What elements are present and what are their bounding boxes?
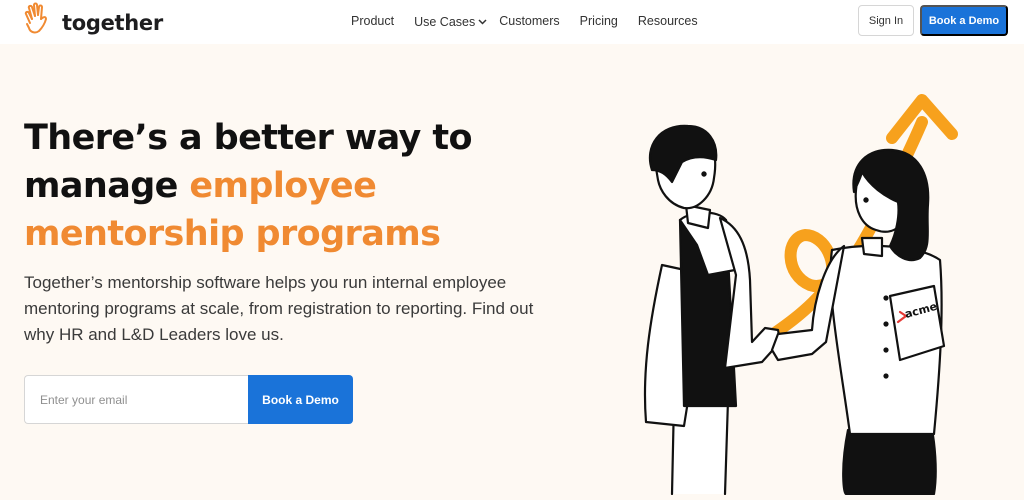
top-navigation: together Product Use Cases Customers Pri… — [0, 0, 1024, 44]
chevron-down-icon — [478, 14, 487, 28]
headline-highlight-employee: employee — [189, 166, 377, 206]
sign-in-button[interactable]: Sign In — [858, 5, 914, 36]
brand-name: together — [62, 10, 163, 35]
email-signup-form: Book a Demo — [24, 375, 353, 424]
main-nav: Product Use Cases Customers Pricing Reso… — [351, 14, 698, 29]
nav-use-cases-label: Use Cases — [414, 15, 476, 29]
nav-customers[interactable]: Customers — [499, 14, 559, 29]
brand-logo[interactable]: together — [22, 2, 163, 43]
hand-wave-icon — [22, 2, 54, 43]
hero-headline: There’s a better way to manage employee … — [24, 114, 584, 258]
book-demo-button[interactable]: Book a Demo — [248, 375, 353, 424]
headline-manage: manage — [24, 166, 190, 206]
nav-pricing[interactable]: Pricing — [580, 14, 618, 29]
man-figure — [643, 124, 782, 496]
nav-product[interactable]: Product — [351, 14, 394, 29]
email-input[interactable] — [24, 375, 248, 424]
book-demo-nav-button[interactable]: Book a Demo — [920, 5, 1008, 36]
nav-use-cases[interactable]: Use Cases — [414, 14, 487, 29]
headline-line-1: There’s a better way to — [24, 118, 473, 158]
nav-resources[interactable]: Resources — [638, 14, 698, 29]
hero-illustration: acme — [600, 50, 1000, 500]
hero-subheadline: Together’s mentorship software helps you… — [24, 273, 534, 344]
handshake-illustration: acme — [643, 94, 958, 496]
headline-highlight-mentorship: mentorship programs — [24, 214, 441, 254]
